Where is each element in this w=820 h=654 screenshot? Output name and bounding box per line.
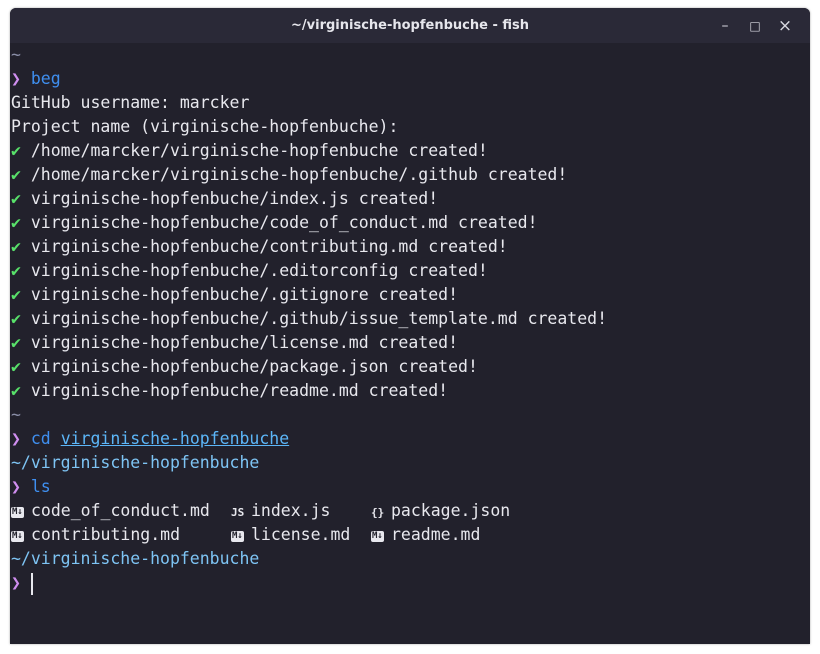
- created-text: virginische-hopfenbuche/.github/issue_te…: [30, 309, 608, 328]
- command-text: ls: [30, 477, 51, 496]
- title-bar: ~/virginische-hopfenbuche - fish – □ ×: [10, 8, 810, 43]
- created-text: virginische-hopfenbuche/license.md creat…: [30, 333, 459, 352]
- markdown-icon: M↓: [11, 507, 24, 518]
- file-name: license.md: [251, 525, 351, 544]
- created-text: virginische-hopfenbuche/code_of_conduct.…: [30, 213, 538, 232]
- cwd-line: ~: [11, 45, 21, 64]
- check-icon: ✔: [11, 141, 21, 160]
- created-line: ✔ virginische-hopfenbuche/index.js creat…: [11, 187, 810, 211]
- json-icon: {}: [371, 506, 385, 519]
- window-controls: – □ ×: [710, 8, 800, 43]
- command-line: ❯ ls: [11, 475, 810, 499]
- command-line: ❯ beg: [11, 67, 810, 91]
- check-icon: ✔: [11, 165, 21, 184]
- output-line: Project name (virginische-hopfenbuche):: [11, 117, 399, 136]
- created-line: ✔ /home/marcker/virginische-hopfenbuche …: [11, 139, 810, 163]
- ls-output: M↓ code_of_conduct.md JS index.js {} packag…: [11, 499, 810, 547]
- directory-link[interactable]: virginische-hopfenbuche: [61, 429, 289, 448]
- terminal-window: ~/virginische-hopfenbuche - fish – □ × ~…: [10, 8, 810, 644]
- prompt-icon: ❯: [11, 429, 21, 448]
- created-text: virginische-hopfenbuche/readme.md create…: [30, 381, 449, 400]
- file-name: readme.md: [391, 525, 481, 544]
- terminal-output[interactable]: ~ ❯ beg GitHub username: marcker Project…: [10, 43, 810, 644]
- created-text: virginische-hopfenbuche/.editorconfig cr…: [30, 261, 488, 280]
- created-line: ✔ virginische-hopfenbuche/.github/issue_…: [11, 307, 810, 331]
- markdown-icon: M↓: [11, 531, 24, 542]
- created-line: ✔ virginische-hopfenbuche/readme.md crea…: [11, 379, 810, 403]
- command-text: cd: [30, 429, 51, 448]
- created-text: virginische-hopfenbuche/.gitignore creat…: [30, 285, 459, 304]
- created-text: virginische-hopfenbuche/index.js created…: [30, 189, 439, 208]
- created-line: ✔ virginische-hopfenbuche/code_of_conduc…: [11, 211, 810, 235]
- file-name: index.js: [251, 501, 331, 520]
- javascript-icon: JS: [231, 506, 245, 519]
- maximize-button[interactable]: □: [740, 11, 770, 41]
- created-text: /home/marcker/virginische-hopfenbuche cr…: [30, 141, 488, 160]
- input-line[interactable]: ❯: [11, 571, 810, 595]
- check-icon: ✔: [11, 213, 21, 232]
- created-text: virginische-hopfenbuche/contributing.md …: [30, 237, 508, 256]
- prompt-icon: ❯: [11, 573, 21, 592]
- cwd-line: ~/virginische-hopfenbuche: [11, 453, 260, 472]
- cwd-line: ~/virginische-hopfenbuche: [11, 549, 260, 568]
- file-entry: M↓ contributing.md: [11, 523, 231, 547]
- file-entry: M↓ readme.md: [371, 523, 531, 547]
- check-icon: ✔: [11, 309, 21, 328]
- file-entry: M↓ license.md: [231, 523, 371, 547]
- created-line: ✔ /home/marcker/virginische-hopfenbuche/…: [11, 163, 810, 187]
- file-entry: M↓ code_of_conduct.md: [11, 499, 231, 523]
- prompt-icon: ❯: [11, 477, 21, 496]
- file-name: package.json: [391, 501, 511, 520]
- file-entry: JS index.js: [231, 499, 371, 523]
- check-icon: ✔: [11, 285, 21, 304]
- created-line: ✔ virginische-hopfenbuche/.gitignore cre…: [11, 283, 810, 307]
- window-title: ~/virginische-hopfenbuche - fish: [291, 18, 529, 33]
- created-text: virginische-hopfenbuche/package.json cre…: [30, 357, 478, 376]
- created-line: ✔ virginische-hopfenbuche/package.json c…: [11, 355, 810, 379]
- output-line: GitHub username: marcker: [11, 93, 250, 112]
- check-icon: ✔: [11, 237, 21, 256]
- created-text: /home/marcker/virginische-hopfenbuche/.g…: [30, 165, 568, 184]
- text-cursor: [30, 572, 33, 595]
- prompt-icon: ❯: [11, 69, 21, 88]
- close-button[interactable]: ×: [770, 11, 800, 41]
- created-line: ✔ virginische-hopfenbuche/contributing.m…: [11, 235, 810, 259]
- check-icon: ✔: [11, 357, 21, 376]
- minimize-button[interactable]: –: [710, 11, 740, 41]
- cwd-line: ~: [11, 405, 21, 424]
- command-text: beg: [30, 69, 61, 88]
- created-line: ✔ virginische-hopfenbuche/.editorconfig …: [11, 259, 810, 283]
- markdown-icon: M↓: [231, 531, 244, 542]
- check-icon: ✔: [11, 189, 21, 208]
- check-icon: ✔: [11, 333, 21, 352]
- file-name: contributing.md: [31, 525, 181, 544]
- check-icon: ✔: [11, 261, 21, 280]
- created-line: ✔ virginische-hopfenbuche/license.md cre…: [11, 331, 810, 355]
- command-line: ❯ cd virginische-hopfenbuche: [11, 427, 810, 451]
- file-name: code_of_conduct.md: [31, 501, 210, 520]
- markdown-icon: M↓: [371, 531, 384, 542]
- file-entry: {} package.json: [371, 499, 531, 523]
- check-icon: ✔: [11, 381, 21, 400]
